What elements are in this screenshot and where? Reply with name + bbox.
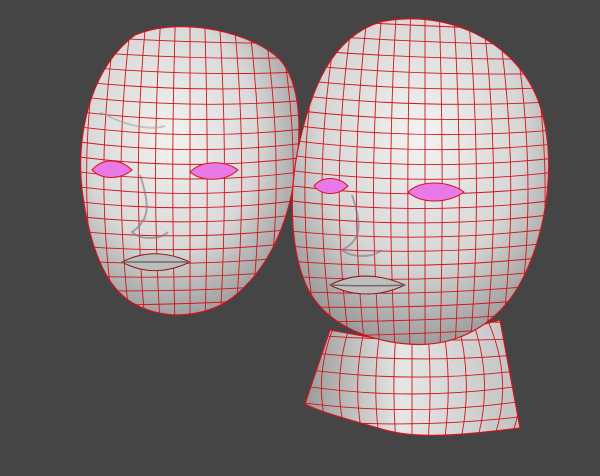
head-with-neck-mesh[interactable] — [271, 3, 580, 453]
wire-edge — [52, 10, 75, 330]
viewport-canvas[interactable] — [0, 0, 600, 476]
wire-edge — [305, 320, 307, 436]
wire-edge — [65, 325, 315, 335]
wire-edge — [285, 3, 565, 17]
face-mask-mesh[interactable] — [52, 5, 328, 335]
wire-edge — [65, 5, 315, 15]
wire-edge — [297, 447, 527, 453]
wire-edge — [553, 10, 579, 360]
3d-viewport[interactable] — [0, 0, 600, 476]
wire-edge — [517, 320, 520, 436]
